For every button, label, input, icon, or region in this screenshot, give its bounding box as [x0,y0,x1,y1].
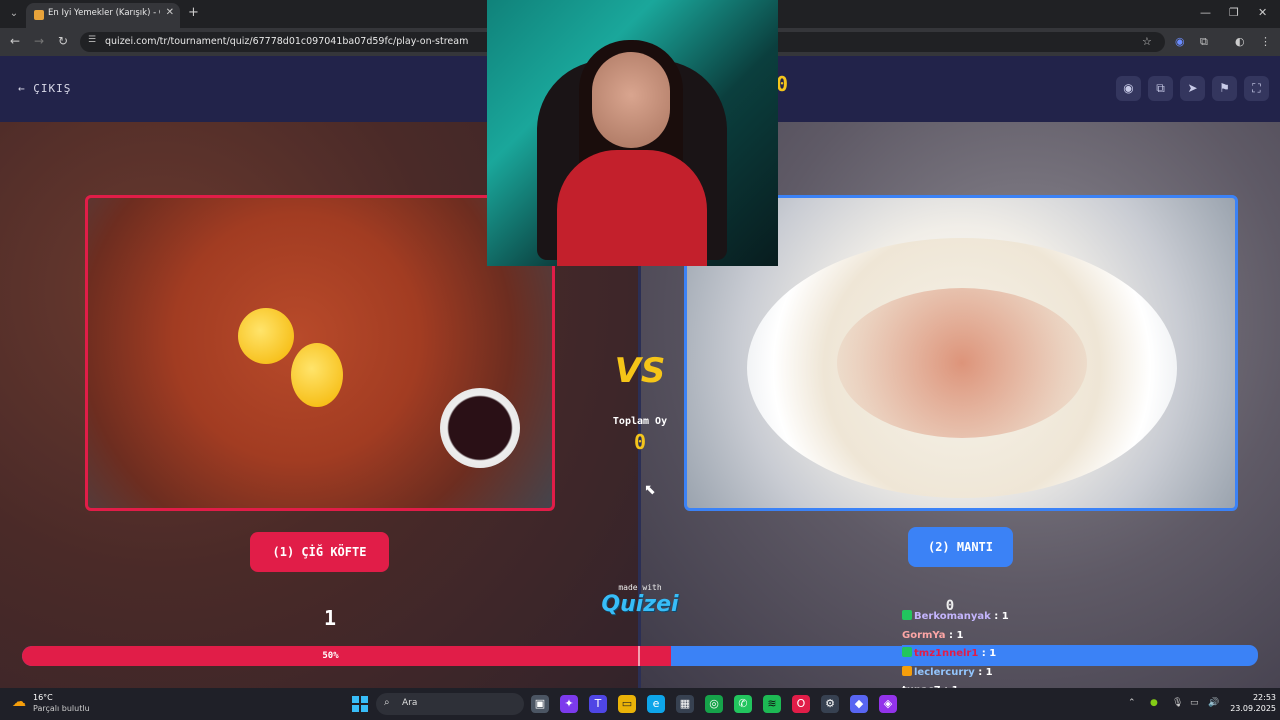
chat-username: tmz1nnelr1 [914,648,979,659]
sauce-bowl [440,388,520,468]
chat-vote-count: : 1 [990,611,1009,622]
store-icon[interactable]: ▦ [676,695,694,713]
choice-left-button[interactable]: (1) ÇİĞ KÖFTE [250,532,389,572]
display-icon[interactable]: ▭ [1190,698,1199,708]
star-icon[interactable]: ☆ [1142,35,1152,48]
back-arrow-icon[interactable]: ← [10,34,20,48]
more-icon[interactable]: ⋮ [1260,35,1271,48]
site-info-icon[interactable]: ☰ [88,35,96,45]
lemon-slice [238,308,294,364]
opera-icon[interactable]: O [792,695,810,713]
eye-icon[interactable]: ◉ [1116,76,1141,101]
forward-arrow-icon[interactable]: → [34,34,44,48]
search-placeholder: Ara [402,698,418,708]
choice-right-button[interactable]: (2) MANTI [908,527,1013,567]
folder-icon[interactable]: ▭ [618,695,636,713]
progress-midpoint [638,646,640,666]
chat-vote-row: GormYa : 1 [902,627,963,645]
streamer-body [557,150,707,266]
exit-label: ÇIKIŞ [33,82,72,95]
extension-icon[interactable]: ◉ [1175,35,1185,48]
tray-app-icon[interactable]: ● [1150,698,1158,708]
chat-vote-row: leclercurry : 1 [902,664,993,682]
spotify-icon[interactable]: ≋ [763,695,781,713]
task-view-icon[interactable]: ▣ [531,695,549,713]
made-with-label: made with [618,583,662,592]
profile-avatar-icon[interactable]: ◐ [1235,35,1245,48]
url-text: quizei.com/tr/tournament/quiz/67778d01c0… [105,36,469,47]
quizei-logo[interactable]: Quizei [590,592,690,617]
total-votes-label: Toplam Oy [612,416,668,427]
left-vote-count: 1 [323,606,337,630]
search-icon: ⌕ [384,697,390,708]
chat-badge-icon [902,647,912,657]
weather-temp: 16°C [33,693,53,702]
total-votes-value: 0 [633,430,647,454]
tab-title: En İyi Yemekler (Karışık) - Quizei [48,8,160,18]
microphone-icon[interactable]: 🎙 [1172,698,1183,708]
close-window-icon[interactable]: ✕ [1258,6,1267,19]
chat-badge-icon [902,665,912,676]
copilot-icon[interactable]: ✦ [560,695,578,713]
flag-icon[interactable]: ⚑ [1212,76,1237,101]
vs-lightning-icon: VS [614,351,666,391]
arrow-left-icon: ← [18,82,26,95]
tab-search-icon[interactable]: ⌄ [6,6,22,22]
whatsapp-icon[interactable]: ✆ [734,695,752,713]
pepper-sauce [837,288,1087,438]
cig-kofte-image[interactable] [85,195,555,511]
close-icon[interactable]: ✕ [166,7,174,18]
quizei-favicon-icon [34,10,44,20]
mouse-cursor-icon: ⬉ [644,482,656,498]
plus-icon[interactable]: + [188,5,199,20]
teams-icon[interactable]: T [589,695,607,713]
reload-icon[interactable]: ↻ [58,34,68,48]
clock-date[interactable]: 23.09.2025 [1222,704,1276,713]
taskbar-search[interactable]: ⌕ Ara [376,693,524,715]
chat-username: Berkomanyak [914,611,991,622]
webcam-overlay [487,0,778,266]
lemon-slice [291,343,343,407]
copy-icon[interactable]: ⧉ [1148,76,1173,101]
weather-icon[interactable]: ☁ [12,694,26,710]
chrome-icon[interactable]: ◎ [705,695,723,713]
windows-start-icon[interactable] [352,696,368,712]
tray-chevron-icon[interactable]: ⌃ [1128,698,1136,708]
chat-badge-icon [902,610,912,620]
browser-tab[interactable]: En İyi Yemekler (Karışık) - Quizei ✕ [26,3,180,28]
chat-username: leclercurry [914,666,975,678]
fullscreen-icon[interactable]: ⛶ [1244,76,1269,101]
windows-taskbar: ☁ 16°C Parçalı bulutlu ⌕ Ara ▣ ✦ T ▭ e ▦… [0,688,1280,720]
chat-vote-count: : 1 [978,648,997,659]
minimize-icon[interactable]: — [1200,6,1211,19]
puzzle-icon[interactable]: ⧉ [1200,35,1208,49]
clock-time[interactable]: 22:53 [1230,693,1276,702]
progress-left-label: 50% [322,651,339,661]
chat-vote-row: tmz1nnelr1 : 1 [902,645,1258,663]
twitch-icon[interactable]: ◈ [879,695,897,713]
restore-icon[interactable]: ❐ [1229,6,1239,19]
edge-icon[interactable]: e [647,695,665,713]
settings-icon[interactable]: ⚙ [821,695,839,713]
streamer-face [592,52,670,148]
send-icon[interactable]: ➤ [1180,76,1205,101]
weather-desc: Parçalı bulutlu [33,704,90,713]
exit-button[interactable]: ← ÇIKIŞ [18,82,71,95]
volume-icon[interactable]: 🔊 [1208,698,1219,708]
chat-vote-count: : 1 [974,666,993,678]
chat-vote-count: : 1 [945,629,964,641]
discord-icon[interactable]: ◆ [850,695,868,713]
chat-vote-row: Berkomanyak : 1 [902,608,1009,626]
chat-username: GormYa [902,629,946,641]
